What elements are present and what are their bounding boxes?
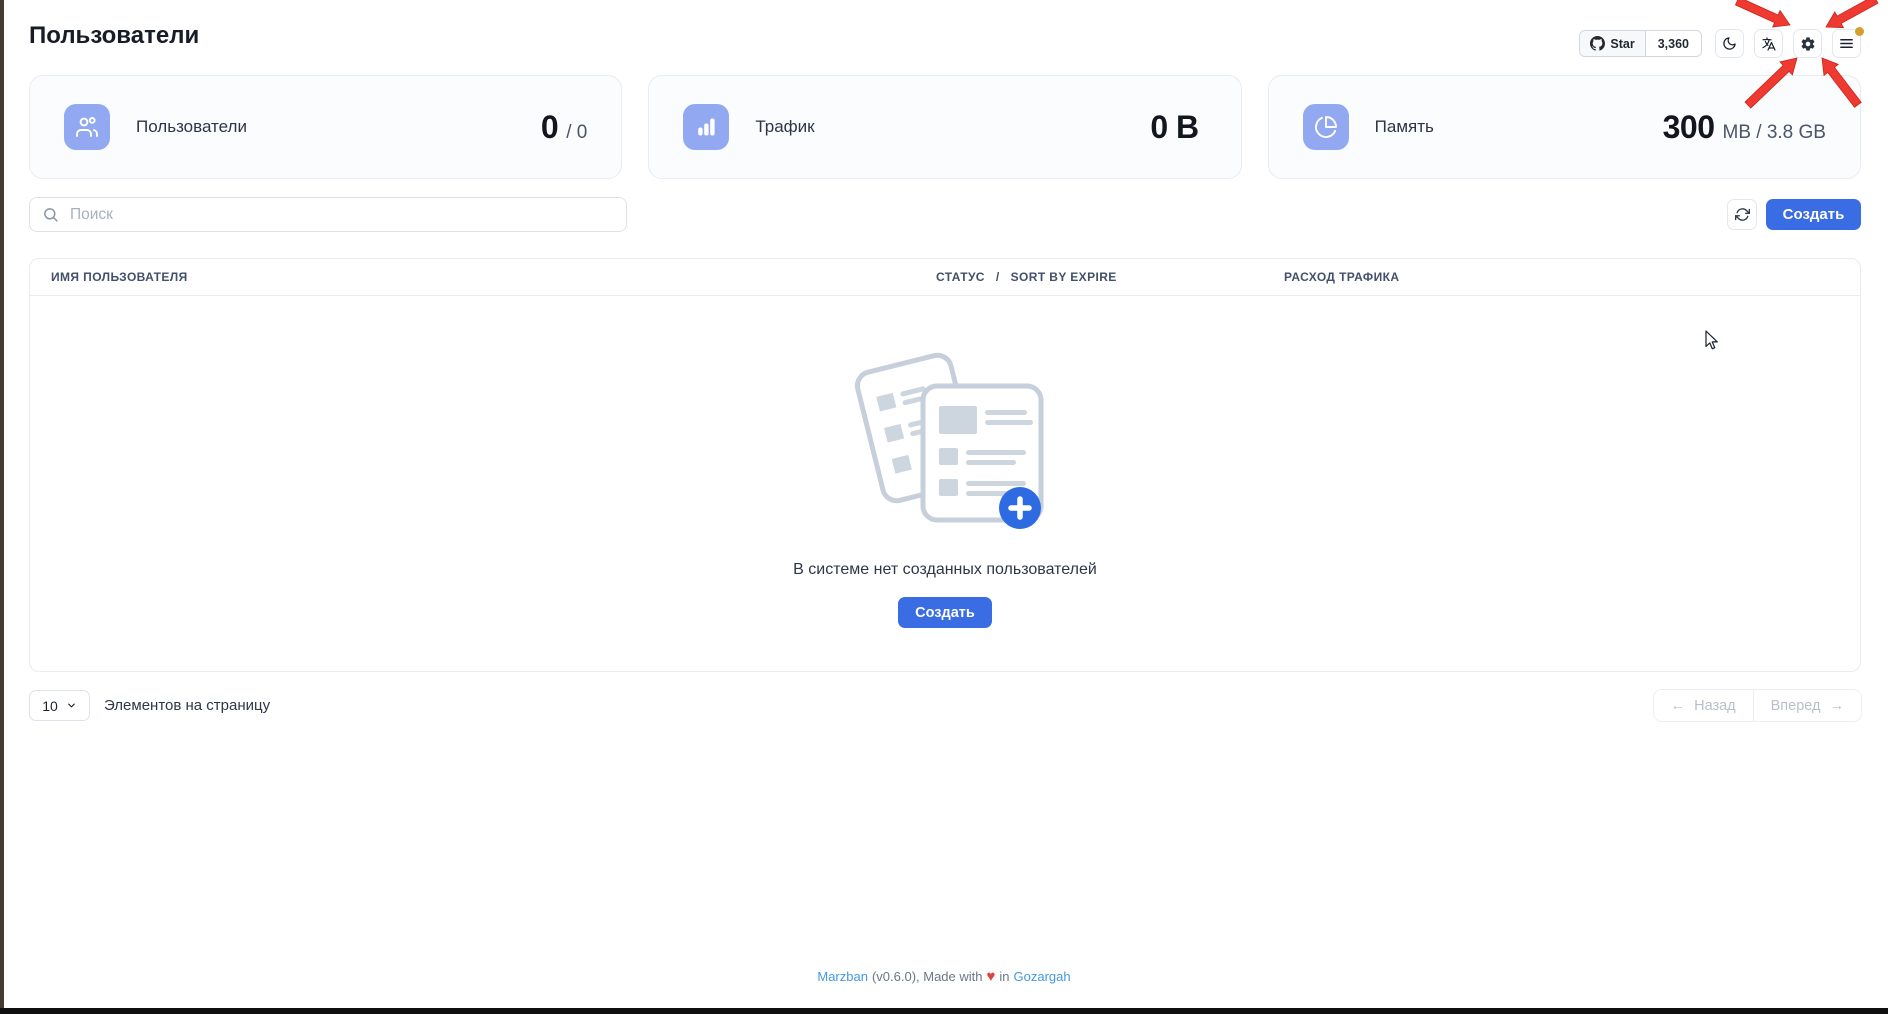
next-page-label: Вперед [1771,698,1821,714]
refresh-button[interactable] [1727,199,1757,230]
stat-card-suffix: / 0 [566,122,587,144]
search-icon [42,206,59,228]
window-edge-left [0,0,4,1014]
prev-page-button[interactable]: ← Назад [1654,690,1753,721]
pie-chart-icon [1303,104,1349,150]
column-status[interactable]: СТАТУС [936,270,985,284]
gear-icon [1800,36,1816,52]
column-divider: / [996,270,1000,284]
language-button[interactable] [1754,29,1783,58]
github-icon [1590,36,1605,51]
search-box [29,197,627,232]
dark-mode-button[interactable] [1715,29,1744,58]
stat-card-value: 300 [1663,109,1715,146]
table-header: ИМЯ ПОЛЬЗОВАТЕЛЯ СТАТУС / SORT BY EXPIRE… [30,259,1860,296]
stat-card-label: Трафик [755,117,814,137]
hamburger-icon [1839,36,1854,51]
stat-card-users: Пользователи 0 / 0 [29,75,622,179]
footer-version-text: (v0.6.0), Made with [872,969,983,984]
marzban-link[interactable]: Marzban [817,969,868,984]
gozargah-link[interactable]: Gozargah [1014,969,1071,984]
pagination-buttons: ← Назад Вперед → [1653,689,1862,722]
footer-in-text: in [999,969,1009,984]
translate-icon [1761,36,1777,52]
stat-card-suffix: MB / 3.8 GB [1723,122,1826,144]
refresh-icon [1735,207,1750,222]
users-icon [64,104,110,150]
page-size-value: 10 [42,698,58,714]
add-plus-icon [999,487,1041,529]
column-traffic[interactable]: РАСХОД ТРАФИКА [1284,270,1860,284]
right-arrow-icon: → [1830,698,1845,714]
heart-icon: ♥ [987,969,996,984]
stat-card-memory: Память 300 MB / 3.8 GB [1268,75,1861,179]
next-page-button[interactable]: Вперед → [1753,690,1861,721]
github-star-count: 3,360 [1646,31,1701,56]
empty-create-button[interactable]: Создать [898,597,992,628]
column-sort-by-expire[interactable]: SORT BY EXPIRE [1011,270,1117,284]
empty-state: В системе нет созданных пользователей Со… [30,296,1860,628]
stat-card-traffic: Трафик 0 B [648,75,1241,179]
footer: Marzban (v0.6.0), Made with ♥ in Gozarga… [0,969,1888,984]
settings-button[interactable] [1793,29,1822,58]
window-edge-bottom [0,1008,1888,1014]
page-size-select[interactable]: 10 [29,690,90,721]
page-title: Пользователи [29,22,199,50]
stat-card-label: Пользователи [136,117,247,137]
github-star-label: Star [1610,37,1634,51]
left-arrow-icon: ← [1671,698,1686,714]
page-size-label: Элементов на страницу [104,690,270,721]
stat-cards: Пользователи 0 / 0 Трафик 0 B Память 300… [29,75,1861,179]
empty-message: В системе нет созданных пользователей [793,561,1097,579]
stat-card-label: Память [1375,117,1434,137]
stat-card-value: 0 [541,109,558,146]
create-button[interactable]: Создать [1766,199,1861,230]
github-star-button[interactable]: Star 3,360 [1579,30,1702,57]
moon-icon [1722,36,1737,51]
column-username[interactable]: ИМЯ ПОЛЬЗОВАТЕЛЯ [30,270,936,284]
chevron-down-icon [66,700,77,711]
empty-documents-illustration [845,348,1045,533]
menu-button[interactable] [1832,29,1861,58]
notification-dot [1855,27,1864,36]
search-input[interactable] [29,197,627,232]
stat-card-value: 0 B [1150,109,1198,146]
users-table: ИМЯ ПОЛЬЗОВАТЕЛЯ СТАТУС / SORT BY EXPIRE… [29,258,1861,672]
prev-page-label: Назад [1694,698,1736,714]
bar-chart-icon [683,104,729,150]
topbar: Star 3,360 [1579,29,1861,58]
